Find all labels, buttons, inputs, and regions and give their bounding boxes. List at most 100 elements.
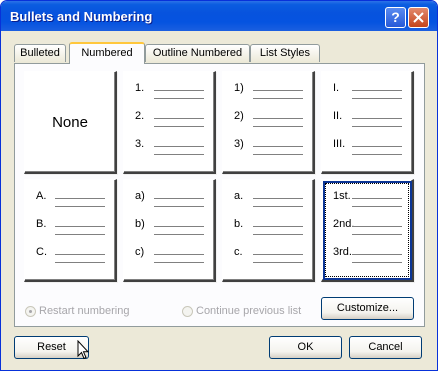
numbering-preview-line: 3) — [223, 137, 313, 155]
numbering-preview-line: a. — [223, 189, 313, 207]
restart-numbering-label: Restart numbering — [39, 305, 130, 317]
tab-bulleted[interactable]: Bulleted — [14, 44, 66, 62]
preview-rule — [352, 90, 402, 91]
preview-rule — [154, 146, 204, 147]
preview-rule — [352, 126, 402, 127]
numbering-option-none[interactable]: None — [24, 71, 117, 174]
close-icon — [413, 12, 424, 23]
tab-label: Numbered — [81, 47, 133, 59]
numbering-marker: c. — [234, 246, 243, 258]
numbering-marker: a) — [135, 190, 145, 202]
numbering-preview-line: B. — [25, 217, 115, 235]
numbering-preview-line: c. — [223, 245, 313, 263]
numbering-marker: b) — [135, 218, 145, 230]
preview-rule — [253, 226, 303, 227]
preview-rule — [154, 254, 204, 255]
cancel-button[interactable]: Cancel — [349, 336, 422, 359]
continue-previous-radio[interactable]: Continue previous list — [182, 305, 301, 317]
numbering-preview-line: 3rd. — [322, 245, 412, 263]
numbering-marker: 2. — [135, 110, 145, 122]
tab-numbered[interactable]: Numbered — [69, 42, 145, 64]
tab-list-styles[interactable]: List Styles — [250, 44, 320, 62]
preview-rule — [352, 118, 402, 119]
numbering-preview-line: 2. — [124, 109, 214, 127]
numbering-preview-line: 3. — [124, 137, 214, 155]
preview-rule — [352, 226, 402, 227]
preview-rule — [253, 234, 303, 235]
preview-rule — [352, 154, 402, 155]
title-bar[interactable]: Bullets and Numbering ? — [1, 1, 437, 31]
radio-icon — [25, 305, 36, 317]
numbering-preview-line: II. — [322, 109, 412, 127]
preview-rule — [253, 206, 303, 207]
preview-rule — [154, 226, 204, 227]
preview-rule — [154, 90, 204, 91]
ok-button[interactable]: OK — [269, 336, 342, 359]
numbering-option-7[interactable]: 1st. 2nd. 3rd. — [321, 179, 414, 282]
preview-rule — [55, 262, 105, 263]
preview-rule — [253, 146, 303, 147]
tab-outline-numbered[interactable]: Outline Numbered — [145, 44, 250, 62]
numbering-marker: a. — [234, 190, 244, 202]
numbering-marker: A. — [36, 190, 47, 202]
numbering-preview-line: 1st. — [322, 189, 412, 207]
preview-rule — [352, 254, 402, 255]
numbering-marker: B. — [36, 218, 47, 230]
mouse-cursor-icon — [77, 340, 89, 360]
preview-rule — [253, 198, 303, 199]
preview-rule — [352, 206, 402, 207]
numbering-marker: 1) — [234, 82, 244, 94]
numbering-preview-line: 2nd. — [322, 217, 412, 235]
none-label: None — [52, 114, 88, 131]
preview-rule — [253, 154, 303, 155]
close-button[interactable] — [408, 7, 429, 28]
preview-rule — [55, 234, 105, 235]
preview-rule — [253, 254, 303, 255]
preview-rule — [253, 262, 303, 263]
tab-label: List Styles — [259, 47, 311, 59]
preview-rule — [154, 206, 204, 207]
preview-rule — [55, 198, 105, 199]
preview-rule — [253, 126, 303, 127]
numbering-preview-line: b) — [124, 217, 214, 235]
numbering-preview-line: c) — [124, 245, 214, 263]
numbering-preview-line: C. — [25, 245, 115, 263]
tab-label: Outline Numbered — [152, 47, 243, 59]
numbering-preview-line: 1. — [124, 81, 214, 99]
preview-rule — [253, 98, 303, 99]
customize-button[interactable]: Customize... — [321, 297, 414, 320]
numbering-preview-line: III. — [322, 137, 412, 155]
help-button[interactable]: ? — [385, 7, 406, 28]
numbering-marker: III. — [333, 138, 346, 150]
numbering-marker: 3. — [135, 138, 145, 150]
tab-panel: None 1. 2. 3. 1) 2) 3) I. II. III. A. B. C. a) b)… — [14, 63, 425, 327]
preview-rule — [253, 118, 303, 119]
radio-icon — [182, 305, 193, 317]
continue-previous-label: Continue previous list — [196, 305, 302, 317]
preview-rule — [253, 90, 303, 91]
numbering-preview-line: b. — [223, 217, 313, 235]
preview-rule — [154, 262, 204, 263]
numbering-option-1[interactable]: 1. 2. 3. — [123, 71, 216, 174]
numbering-option-6[interactable]: a. b. c. — [222, 179, 315, 282]
numbering-option-4[interactable]: A. B. C. — [24, 179, 117, 282]
preview-rule — [352, 198, 402, 199]
tab-label: Bulleted — [20, 47, 60, 59]
preview-rule — [352, 234, 402, 235]
preview-rule — [352, 98, 402, 99]
restart-numbering-radio[interactable]: Restart numbering — [25, 305, 130, 317]
window-title: Bullets and Numbering — [10, 9, 153, 24]
numbering-preview-line: A. — [25, 189, 115, 207]
numbering-option-2[interactable]: 1) 2) 3) — [222, 71, 315, 174]
numbering-marker: 1. — [135, 82, 145, 94]
numbering-marker: C. — [36, 246, 47, 258]
numbering-option-3[interactable]: I. II. III. — [321, 71, 414, 174]
numbering-marker: b. — [234, 218, 244, 230]
numbering-marker: 2nd. — [333, 218, 355, 230]
numbering-marker: 2) — [234, 110, 244, 122]
preview-rule — [55, 226, 105, 227]
numbering-preview-line: a) — [124, 189, 214, 207]
numbering-marker: 3) — [234, 138, 244, 150]
question-icon: ? — [391, 9, 400, 25]
numbering-option-5[interactable]: a) b) c) — [123, 179, 216, 282]
